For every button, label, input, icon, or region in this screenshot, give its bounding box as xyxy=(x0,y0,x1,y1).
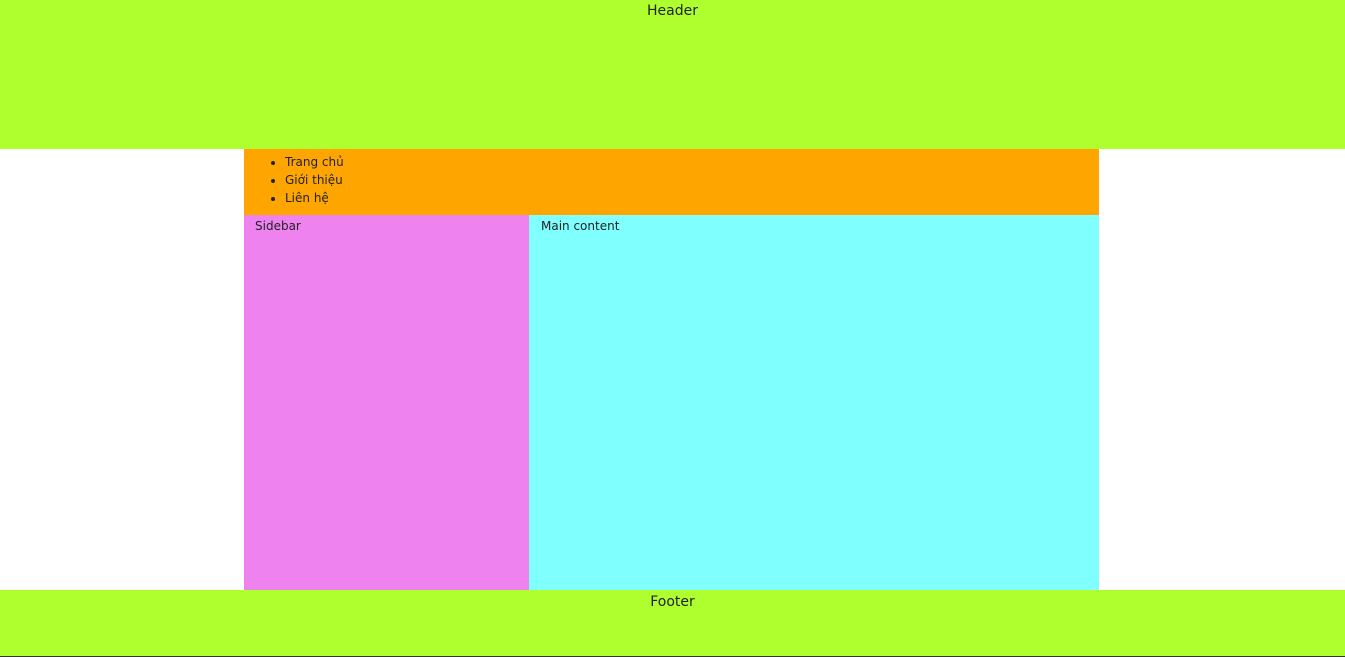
nav-item-home[interactable]: Trang chủ xyxy=(285,153,1099,171)
page-header: Header xyxy=(0,0,1345,149)
page-footer: Footer xyxy=(0,590,1345,657)
footer-label: Footer xyxy=(650,594,695,610)
nav-item-about[interactable]: Giới thiệu xyxy=(285,171,1099,189)
main-content: Main content xyxy=(529,215,1099,590)
header-title: Header xyxy=(647,3,698,19)
nav-list: Trang chủ Giới thiệu Liên hệ xyxy=(244,153,1099,207)
main-content-label: Main content xyxy=(541,219,620,233)
nav-item-contact[interactable]: Liên hệ xyxy=(285,189,1099,207)
sidebar-label: Sidebar xyxy=(255,219,301,233)
nav-menu: Trang chủ Giới thiệu Liên hệ xyxy=(244,149,1099,215)
sidebar: Sidebar xyxy=(244,215,529,590)
